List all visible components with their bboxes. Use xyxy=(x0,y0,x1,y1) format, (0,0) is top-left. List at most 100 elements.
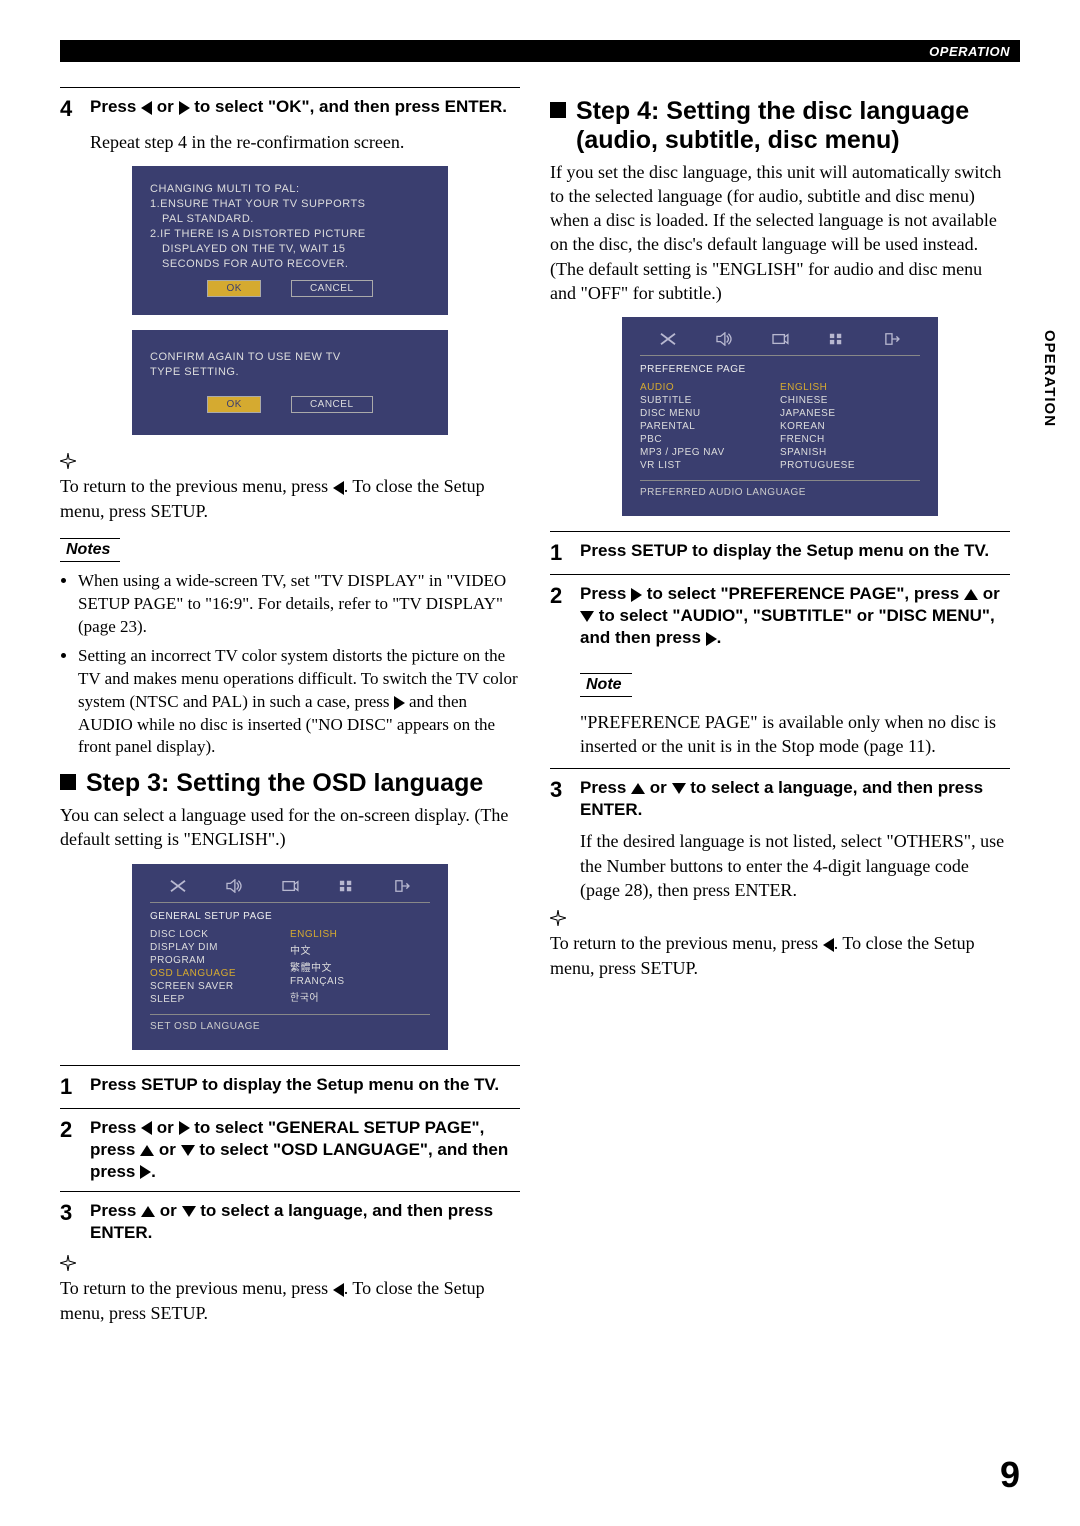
speaker-icon xyxy=(713,331,735,347)
osd-tab-row xyxy=(640,331,920,356)
grid-icon xyxy=(335,878,357,894)
step-4-left: 4 Press or to select "OK", and then pres… xyxy=(60,87,520,122)
osd-page-title: PREFERENCE PAGE xyxy=(640,364,920,375)
tip-row xyxy=(60,1252,520,1271)
note-item: Setting an incorrect TV color system dis… xyxy=(78,645,520,760)
osd-pal-screen-2: CONFIRM AGAIN TO USE NEW TV TYPE SETTING… xyxy=(132,330,448,435)
header-bar: OPERATION xyxy=(60,40,1020,62)
s3-step1: 1 Press SETUP to display the Setup menu … xyxy=(60,1065,520,1100)
up-arrow-icon xyxy=(141,1206,155,1217)
step-number: 4 xyxy=(60,96,90,122)
note-label: Note xyxy=(580,673,632,697)
right-column: Step 4: Setting the disc language (audio… xyxy=(550,87,1010,1325)
down-arrow-icon xyxy=(182,1206,196,1217)
osd-menu-item: PARENTAL xyxy=(640,420,780,433)
osd-menu-item: PBC xyxy=(640,433,780,446)
step-4-body: Repeat step 4 in the re-confirmation scr… xyxy=(90,130,520,154)
osd-lang-item: PROTUGUESE xyxy=(780,459,920,472)
osd-ok-button: OK xyxy=(207,396,260,413)
grid-icon xyxy=(825,331,847,347)
tip-text: To return to the previous menu, press . … xyxy=(60,1276,520,1325)
osd-menu-item: MP3 / JPEG NAV xyxy=(640,446,780,459)
osd-preference-page: PREFERENCE PAGE AUDIO SUBTITLE DISC MENU… xyxy=(622,317,938,516)
s4-step1: 1 Press SETUP to display the Setup menu … xyxy=(550,531,1010,566)
right-arrow-icon xyxy=(706,632,717,646)
exit-icon xyxy=(881,331,903,347)
right-arrow-icon xyxy=(631,588,642,602)
video-icon xyxy=(279,878,301,894)
square-bullet-icon xyxy=(550,102,566,118)
tip-icon xyxy=(60,453,76,469)
osd-lang-item: JAPANESE xyxy=(780,407,920,420)
osd-lang-item: 中文 xyxy=(290,941,430,958)
note-item: When using a wide-screen TV, set "TV DIS… xyxy=(78,570,520,639)
osd-menu-item: DISPLAY DIM xyxy=(150,941,290,954)
osd-lang-item: FRANÇAIS xyxy=(290,975,430,988)
up-arrow-icon xyxy=(140,1145,154,1156)
osd-menu-item: SCREEN SAVER xyxy=(150,980,290,993)
right-arrow-icon xyxy=(140,1165,151,1179)
tip-text: To return to the previous menu, press . … xyxy=(60,474,520,523)
step4-heading: Step 4: Setting the disc language (audio… xyxy=(550,97,1010,155)
speaker-icon xyxy=(223,878,245,894)
osd-menu-item: DISC LOCK xyxy=(150,928,290,941)
left-arrow-icon xyxy=(823,938,834,952)
s4-step3-body: If the desired language is not listed, s… xyxy=(580,829,1010,902)
osd-menu-item: PROGRAM xyxy=(150,954,290,967)
up-arrow-icon xyxy=(631,783,645,794)
s3-step2: 2 Press or to select "GENERAL SETUP PAGE… xyxy=(60,1108,520,1183)
osd-lang-item: FRENCH xyxy=(780,433,920,446)
step3-intro: You can select a language used for the o… xyxy=(60,803,520,852)
tip-text: To return to the previous menu, press . … xyxy=(550,931,1010,980)
tools-icon xyxy=(167,878,189,894)
side-tab: OPERATION xyxy=(1041,330,1058,427)
right-arrow-icon xyxy=(179,1121,190,1135)
step3-heading: Step 3: Setting the OSD language xyxy=(60,769,520,798)
step-4-title: Press or to select "OK", and then press … xyxy=(90,96,520,118)
up-arrow-icon xyxy=(964,589,978,600)
osd-cancel-button: CANCEL xyxy=(291,280,373,297)
down-arrow-icon xyxy=(580,611,594,622)
s4-step2: 2 Press to select "PREFERENCE PAGE", pre… xyxy=(550,574,1010,649)
note-text: "PREFERENCE PAGE" is available only when… xyxy=(580,710,1010,759)
header-section: OPERATION xyxy=(929,44,1010,59)
step4-intro: If you set the disc language, this unit … xyxy=(550,160,1010,306)
tools-icon xyxy=(657,331,679,347)
notes-label: Notes xyxy=(60,538,120,562)
tip-icon xyxy=(60,1255,76,1271)
osd-menu-item: SUBTITLE xyxy=(640,394,780,407)
osd-page-title: GENERAL SETUP PAGE xyxy=(150,911,430,922)
osd-lang-item: KOREAN xyxy=(780,420,920,433)
exit-icon xyxy=(391,878,413,894)
left-arrow-icon xyxy=(333,1283,344,1297)
s4-step3: 3 Press or to select a language, and the… xyxy=(550,768,1010,821)
osd-menu-item: AUDIO xyxy=(640,381,780,394)
tip-icon xyxy=(550,910,566,926)
down-arrow-icon xyxy=(672,783,686,794)
osd-lang-item: 繁體中文 xyxy=(290,958,430,975)
osd-menu-item: OSD LANGUAGE xyxy=(150,967,290,980)
square-bullet-icon xyxy=(60,774,76,790)
osd-cancel-button: CANCEL xyxy=(291,396,373,413)
osd-menu-item: VR LIST xyxy=(640,459,780,472)
osd-lang-item: SPANISH xyxy=(780,446,920,459)
osd-tab-row xyxy=(150,878,430,903)
video-icon xyxy=(769,331,791,347)
right-arrow-icon xyxy=(394,696,405,710)
osd-lang-item: ENGLISH xyxy=(290,928,430,941)
osd-menu-item: SLEEP xyxy=(150,993,290,1006)
down-arrow-icon xyxy=(181,1145,195,1156)
osd-menu-item: DISC MENU xyxy=(640,407,780,420)
osd-footer: SET OSD LANGUAGE xyxy=(150,1014,430,1032)
osd-ok-button: OK xyxy=(207,280,260,297)
left-column: 4 Press or to select "OK", and then pres… xyxy=(60,87,520,1325)
page-number: 9 xyxy=(1000,1454,1020,1496)
tip-row xyxy=(550,907,1010,926)
left-arrow-icon xyxy=(333,481,344,495)
left-arrow-icon xyxy=(141,101,152,115)
osd-lang-item: 한국어 xyxy=(290,988,430,1005)
osd-pal-screen-1: CHANGING MULTI TO PAL: 1.ENSURE THAT YOU… xyxy=(132,166,448,315)
tip-row xyxy=(60,450,520,469)
osd-general-setup: GENERAL SETUP PAGE DISC LOCK DISPLAY DIM… xyxy=(132,864,448,1050)
osd-footer: PREFERRED AUDIO LANGUAGE xyxy=(640,480,920,498)
